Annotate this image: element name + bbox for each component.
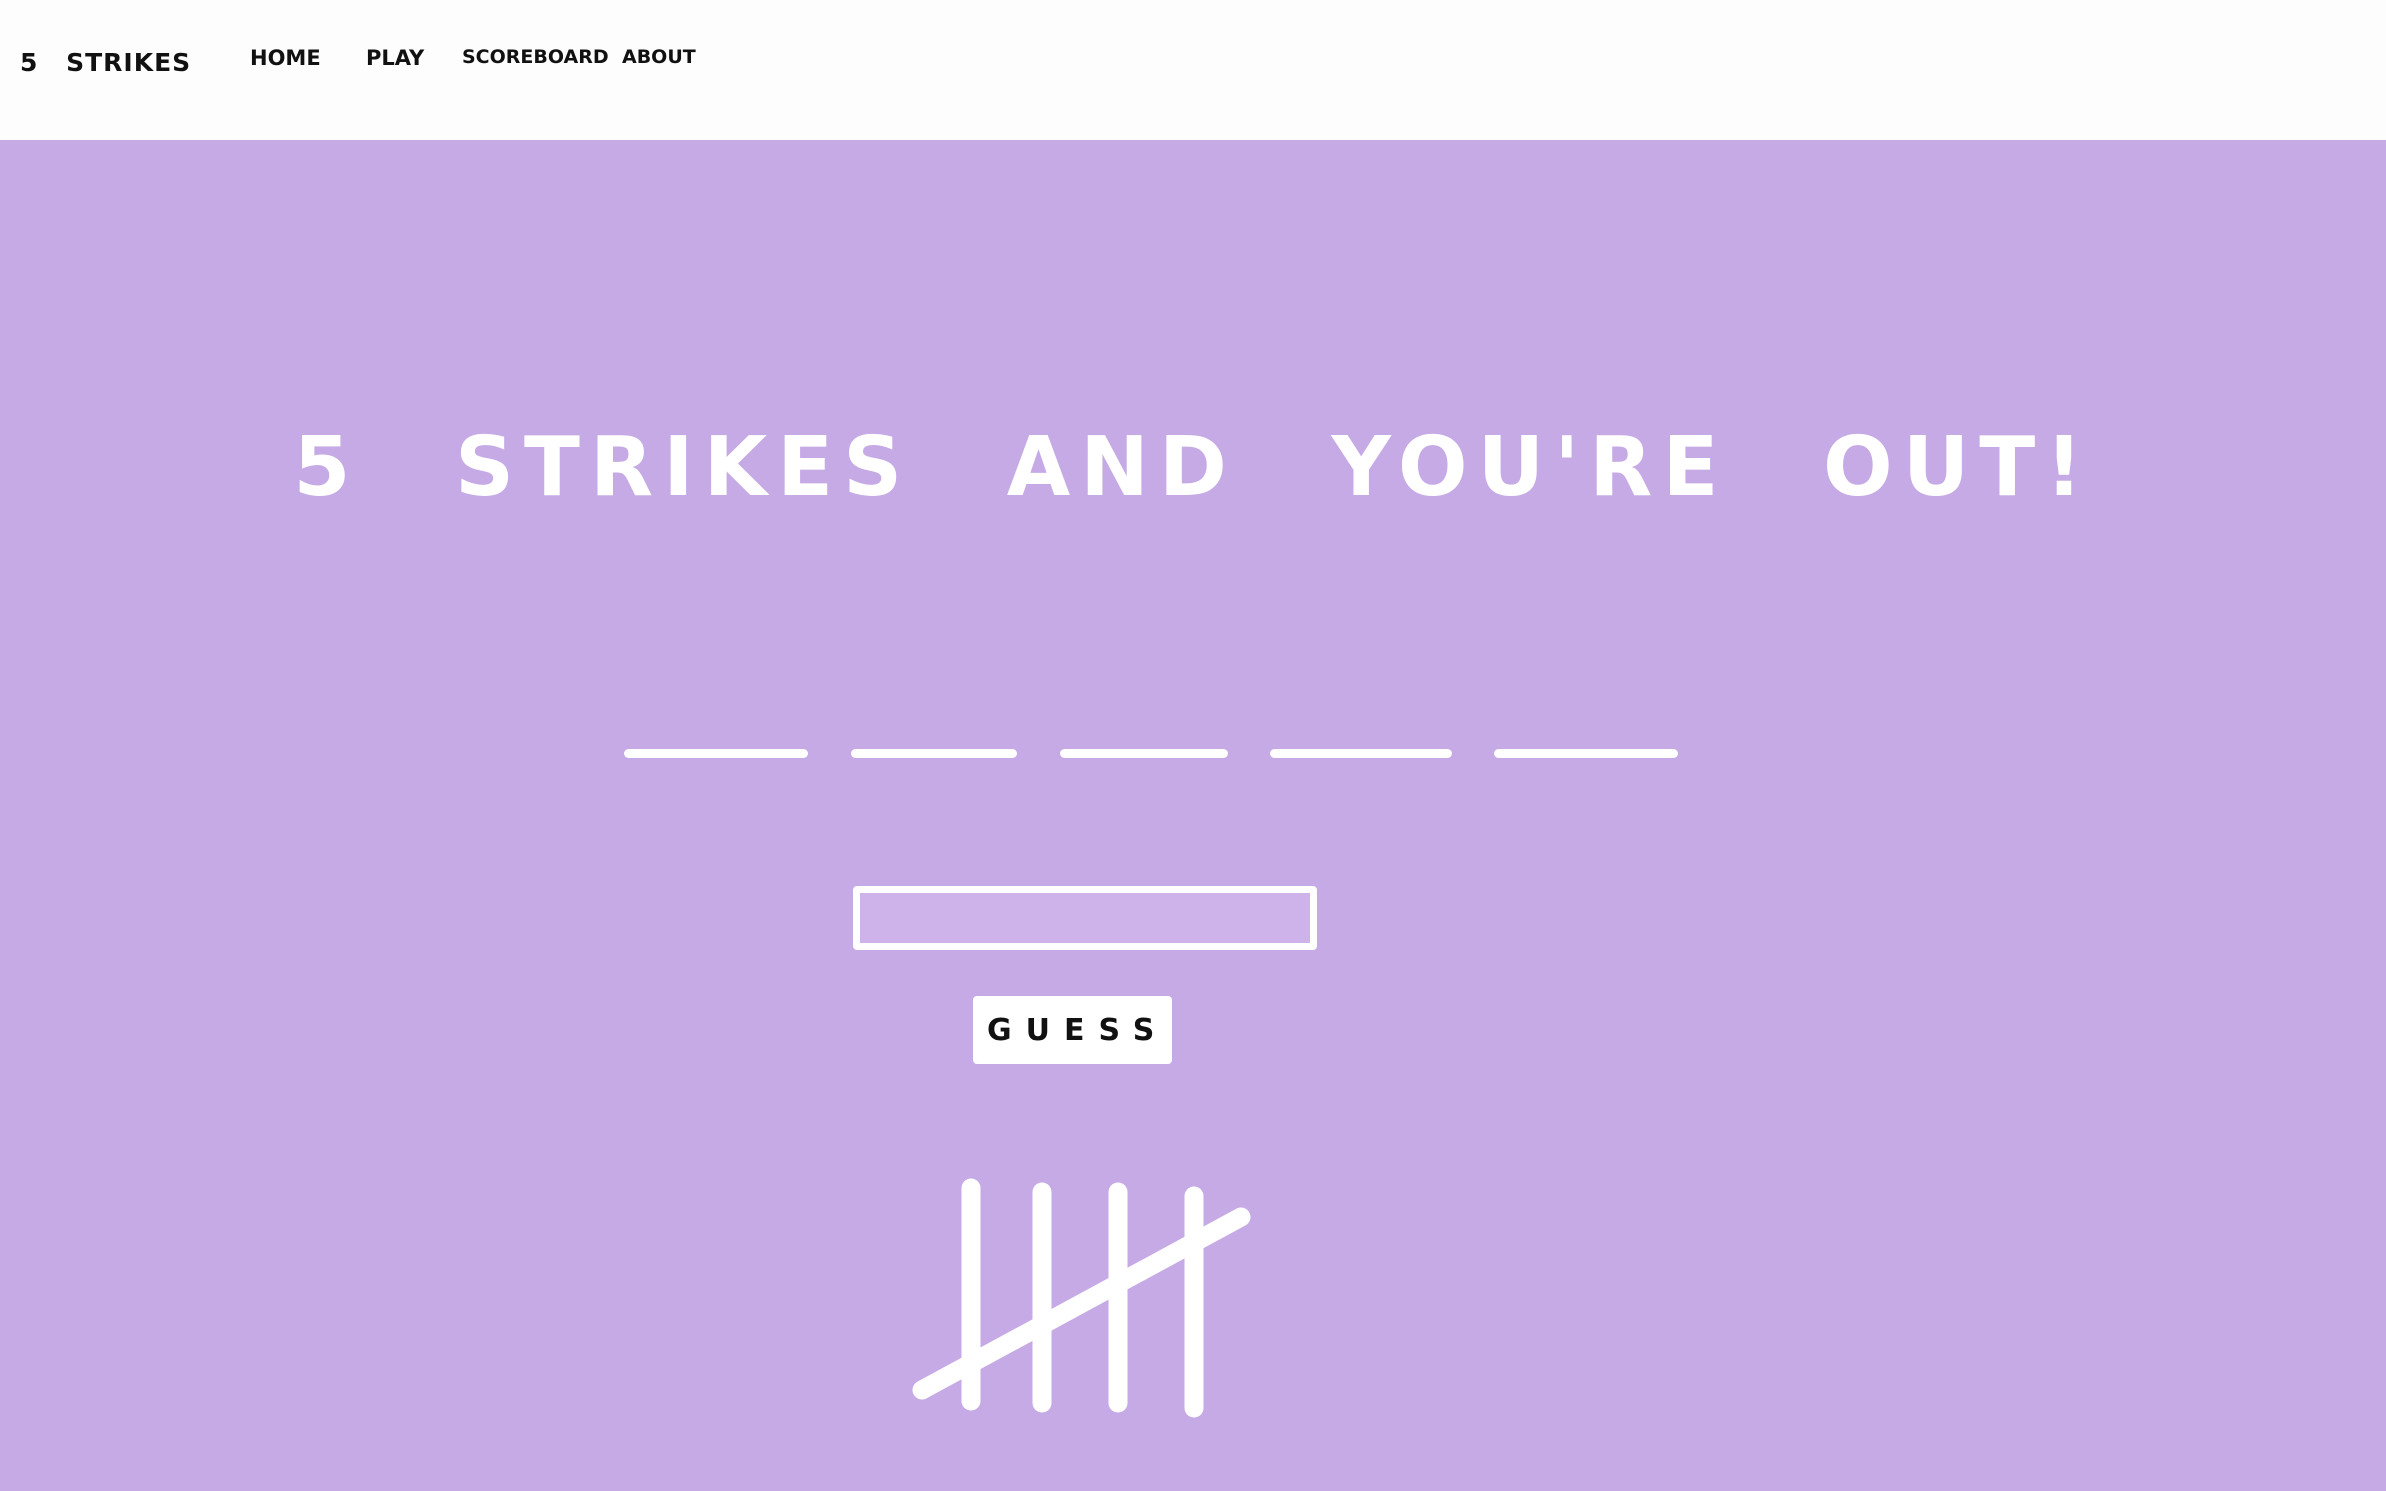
strike-tally-icon	[912, 1178, 1251, 1418]
